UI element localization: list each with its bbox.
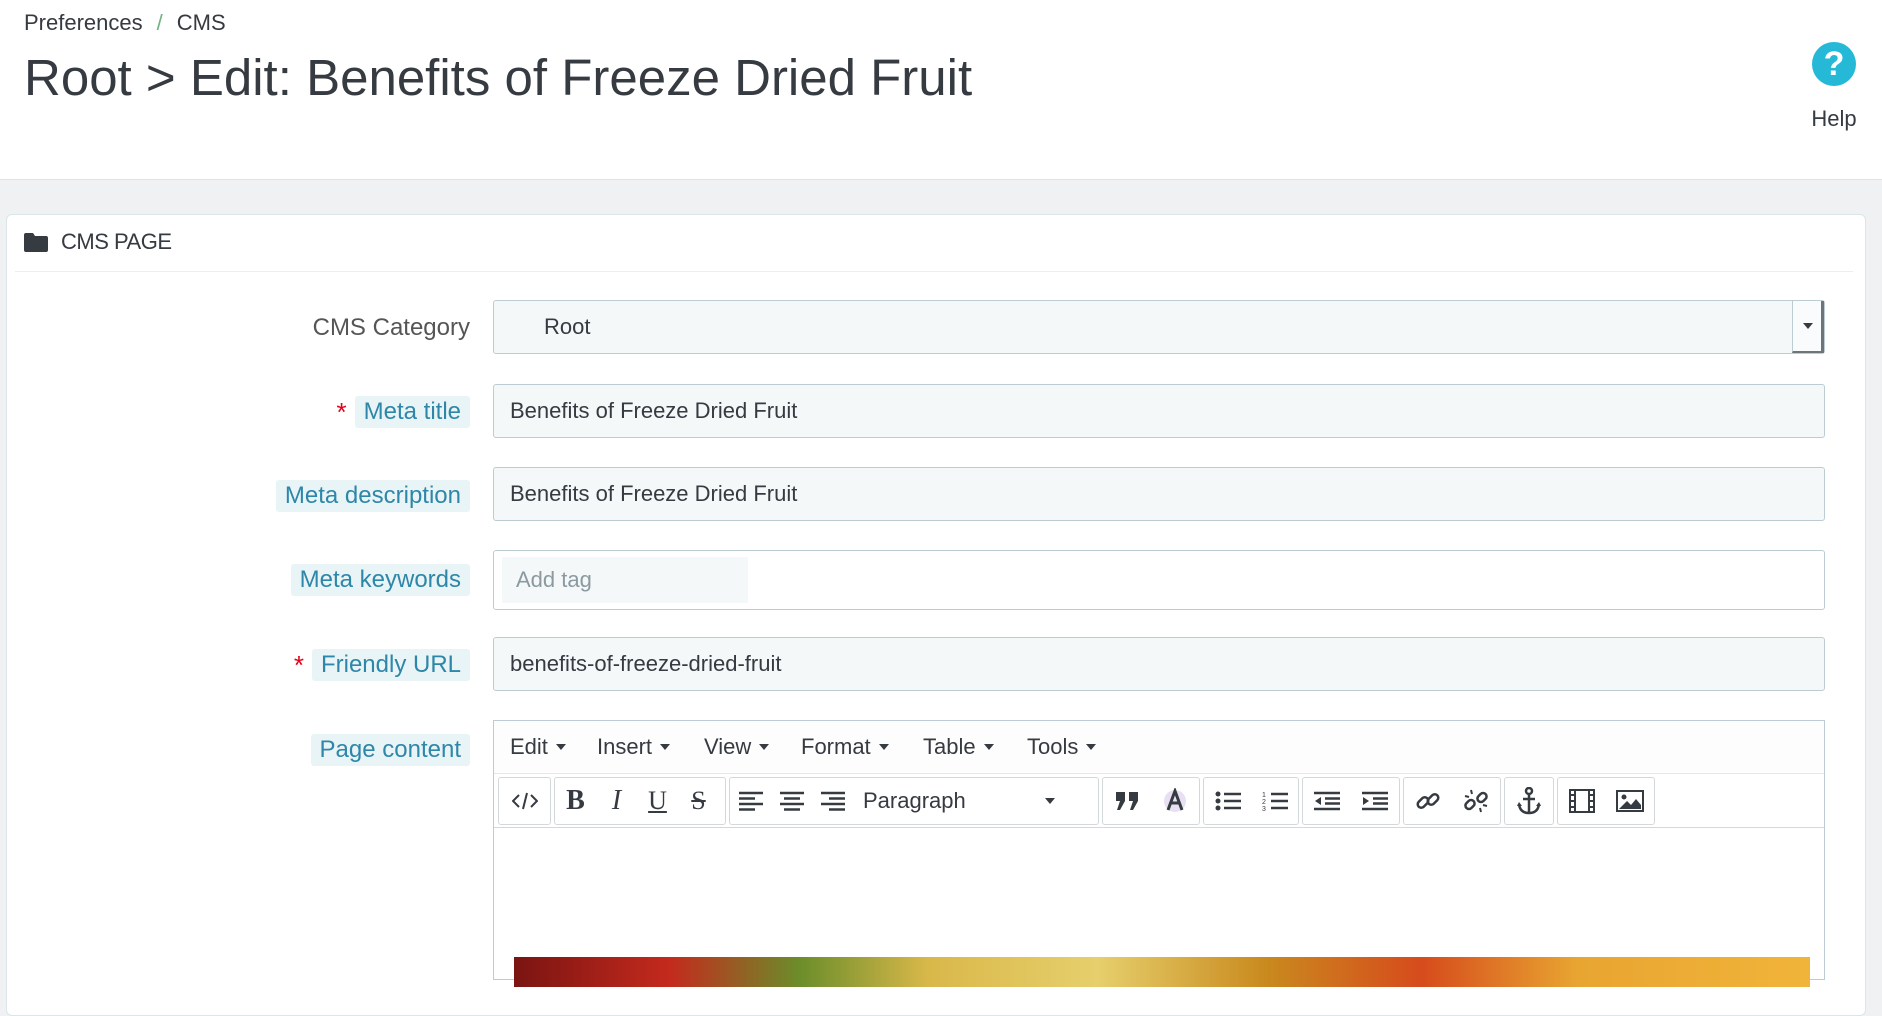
link-icon[interactable] [1404, 778, 1452, 824]
meta-title-label-wrap: * Meta title [336, 396, 470, 428]
cms-category-label-wrap: CMS Category [313, 314, 470, 342]
friendly-url-input[interactable]: benefits-of-freeze-dried-fruit [493, 637, 1825, 691]
media-icon[interactable] [1558, 778, 1606, 824]
meta-title-input[interactable]: Benefits of Freeze Dried Fruit [493, 384, 1825, 438]
bullet-list-icon[interactable] [1204, 778, 1251, 824]
page-content-label[interactable]: Page content [310, 734, 470, 766]
meta-description-input[interactable]: Benefits of Freeze Dried Fruit [493, 467, 1825, 521]
indent-icon[interactable] [1351, 778, 1399, 824]
page-content-label-wrap: Page content [310, 734, 470, 766]
friendly-url-label[interactable]: Friendly URL [311, 649, 470, 681]
menu-view-label: View [704, 734, 752, 759]
folder-icon [24, 233, 48, 257]
breadcrumb-cms[interactable]: CMS [177, 10, 226, 35]
meta-description-label[interactable]: Meta description [275, 480, 470, 512]
editor-toolbar: B I U S Paragraph 1 2 3 [498, 777, 1818, 827]
caret-down-icon [983, 744, 994, 750]
align-left-icon[interactable] [730, 778, 771, 824]
cms-category-value: Root [544, 314, 591, 339]
add-tag-input[interactable]: Add tag [502, 557, 748, 603]
image-icon[interactable] [1606, 778, 1654, 824]
meta-title-value: Benefits of Freeze Dried Fruit [510, 398, 798, 423]
link-group [1403, 777, 1501, 825]
help-circle-icon[interactable]: ? [1812, 42, 1856, 86]
meta-keywords-label[interactable]: Meta keywords [290, 564, 470, 596]
caret-down-icon [660, 744, 671, 750]
numbered-list-icon[interactable]: 123 [1251, 778, 1298, 824]
underline-icon[interactable]: U [637, 778, 678, 824]
editor-menubar: Edit Insert View Format Table Tools [494, 721, 1824, 774]
menu-tools-label: Tools [1027, 734, 1079, 759]
menu-insert[interactable]: Insert [597, 734, 671, 760]
chevron-down-icon[interactable] [1792, 301, 1824, 353]
text-color-icon[interactable] [1151, 778, 1199, 824]
breadcrumb-separator: / [156, 10, 163, 35]
help-label[interactable]: Help [1808, 106, 1860, 132]
cms-category-select[interactable]: Root [493, 300, 1825, 354]
anchor-icon[interactable] [1505, 778, 1553, 824]
caret-down-icon [1045, 798, 1055, 804]
friendly-url-value: benefits-of-freeze-dried-fruit [510, 651, 782, 676]
rich-text-editor[interactable]: Edit Insert View Format Table Tools B I … [493, 720, 1825, 987]
unlink-icon[interactable] [1452, 778, 1500, 824]
breadcrumb-preferences[interactable]: Preferences [24, 10, 143, 35]
required-marker: * [336, 397, 347, 427]
menu-table-label: Table [923, 734, 976, 759]
caret-down-icon [878, 744, 889, 750]
menu-tools[interactable]: Tools [1027, 734, 1097, 760]
svg-text:2: 2 [1262, 799, 1266, 806]
required-marker: * [293, 650, 304, 680]
panel-title: CMS PAGE [61, 229, 172, 254]
content-image[interactable] [514, 957, 1810, 987]
text-style-group: B I U S [554, 777, 726, 825]
align-format-group: Paragraph [729, 777, 1099, 825]
breadcrumb: Preferences / CMS [24, 10, 226, 36]
svg-text:1: 1 [1262, 792, 1266, 799]
anchor-group [1504, 777, 1554, 825]
code-group [498, 777, 551, 825]
indent-group [1302, 777, 1400, 825]
svg-text:3: 3 [1262, 806, 1266, 812]
meta-keywords-label-wrap: Meta keywords [290, 564, 470, 596]
bold-icon[interactable]: B [555, 778, 596, 824]
cms-category-label: CMS Category [312, 314, 470, 341]
caret-down-icon [555, 744, 566, 750]
format-select-value: Paragraph [863, 788, 966, 813]
blockquote-icon[interactable] [1103, 778, 1151, 824]
page-title: Root > Edit: Benefits of Freeze Dried Fr… [24, 49, 973, 106]
meta-description-label-wrap: Meta description [275, 480, 470, 512]
help-button[interactable]: ? Help [1808, 42, 1860, 132]
menu-view[interactable]: View [704, 734, 770, 760]
menu-edit-label: Edit [510, 734, 548, 759]
caret-down-icon [1086, 744, 1097, 750]
friendly-url-label-wrap: * Friendly URL [294, 649, 470, 681]
source-code-icon[interactable] [499, 778, 550, 824]
meta-keywords-tag-field[interactable]: Add tag [493, 550, 1825, 610]
italic-icon[interactable]: I [596, 778, 637, 824]
menu-edit[interactable]: Edit [510, 734, 566, 760]
quote-color-group [1102, 777, 1200, 825]
strikethrough-icon[interactable]: S [678, 778, 719, 824]
menu-insert-label: Insert [597, 734, 653, 759]
list-group: 123 [1203, 777, 1299, 825]
meta-title-label[interactable]: Meta title [354, 396, 470, 428]
align-right-icon[interactable] [812, 778, 853, 824]
menu-format[interactable]: Format [801, 734, 889, 760]
media-group [1557, 777, 1655, 825]
caret-down-icon [759, 744, 770, 750]
editor-divider [494, 827, 1824, 828]
meta-description-value: Benefits of Freeze Dried Fruit [510, 481, 798, 506]
format-select[interactable]: Paragraph [853, 778, 1069, 824]
panel-heading: CMS PAGE [15, 215, 1853, 272]
menu-format-label: Format [801, 734, 871, 759]
menu-table[interactable]: Table [923, 734, 994, 760]
page-header: Preferences / CMS Root > Edit: Benefits of… [0, 0, 1882, 180]
align-center-icon[interactable] [771, 778, 812, 824]
outdent-icon[interactable] [1303, 778, 1351, 824]
